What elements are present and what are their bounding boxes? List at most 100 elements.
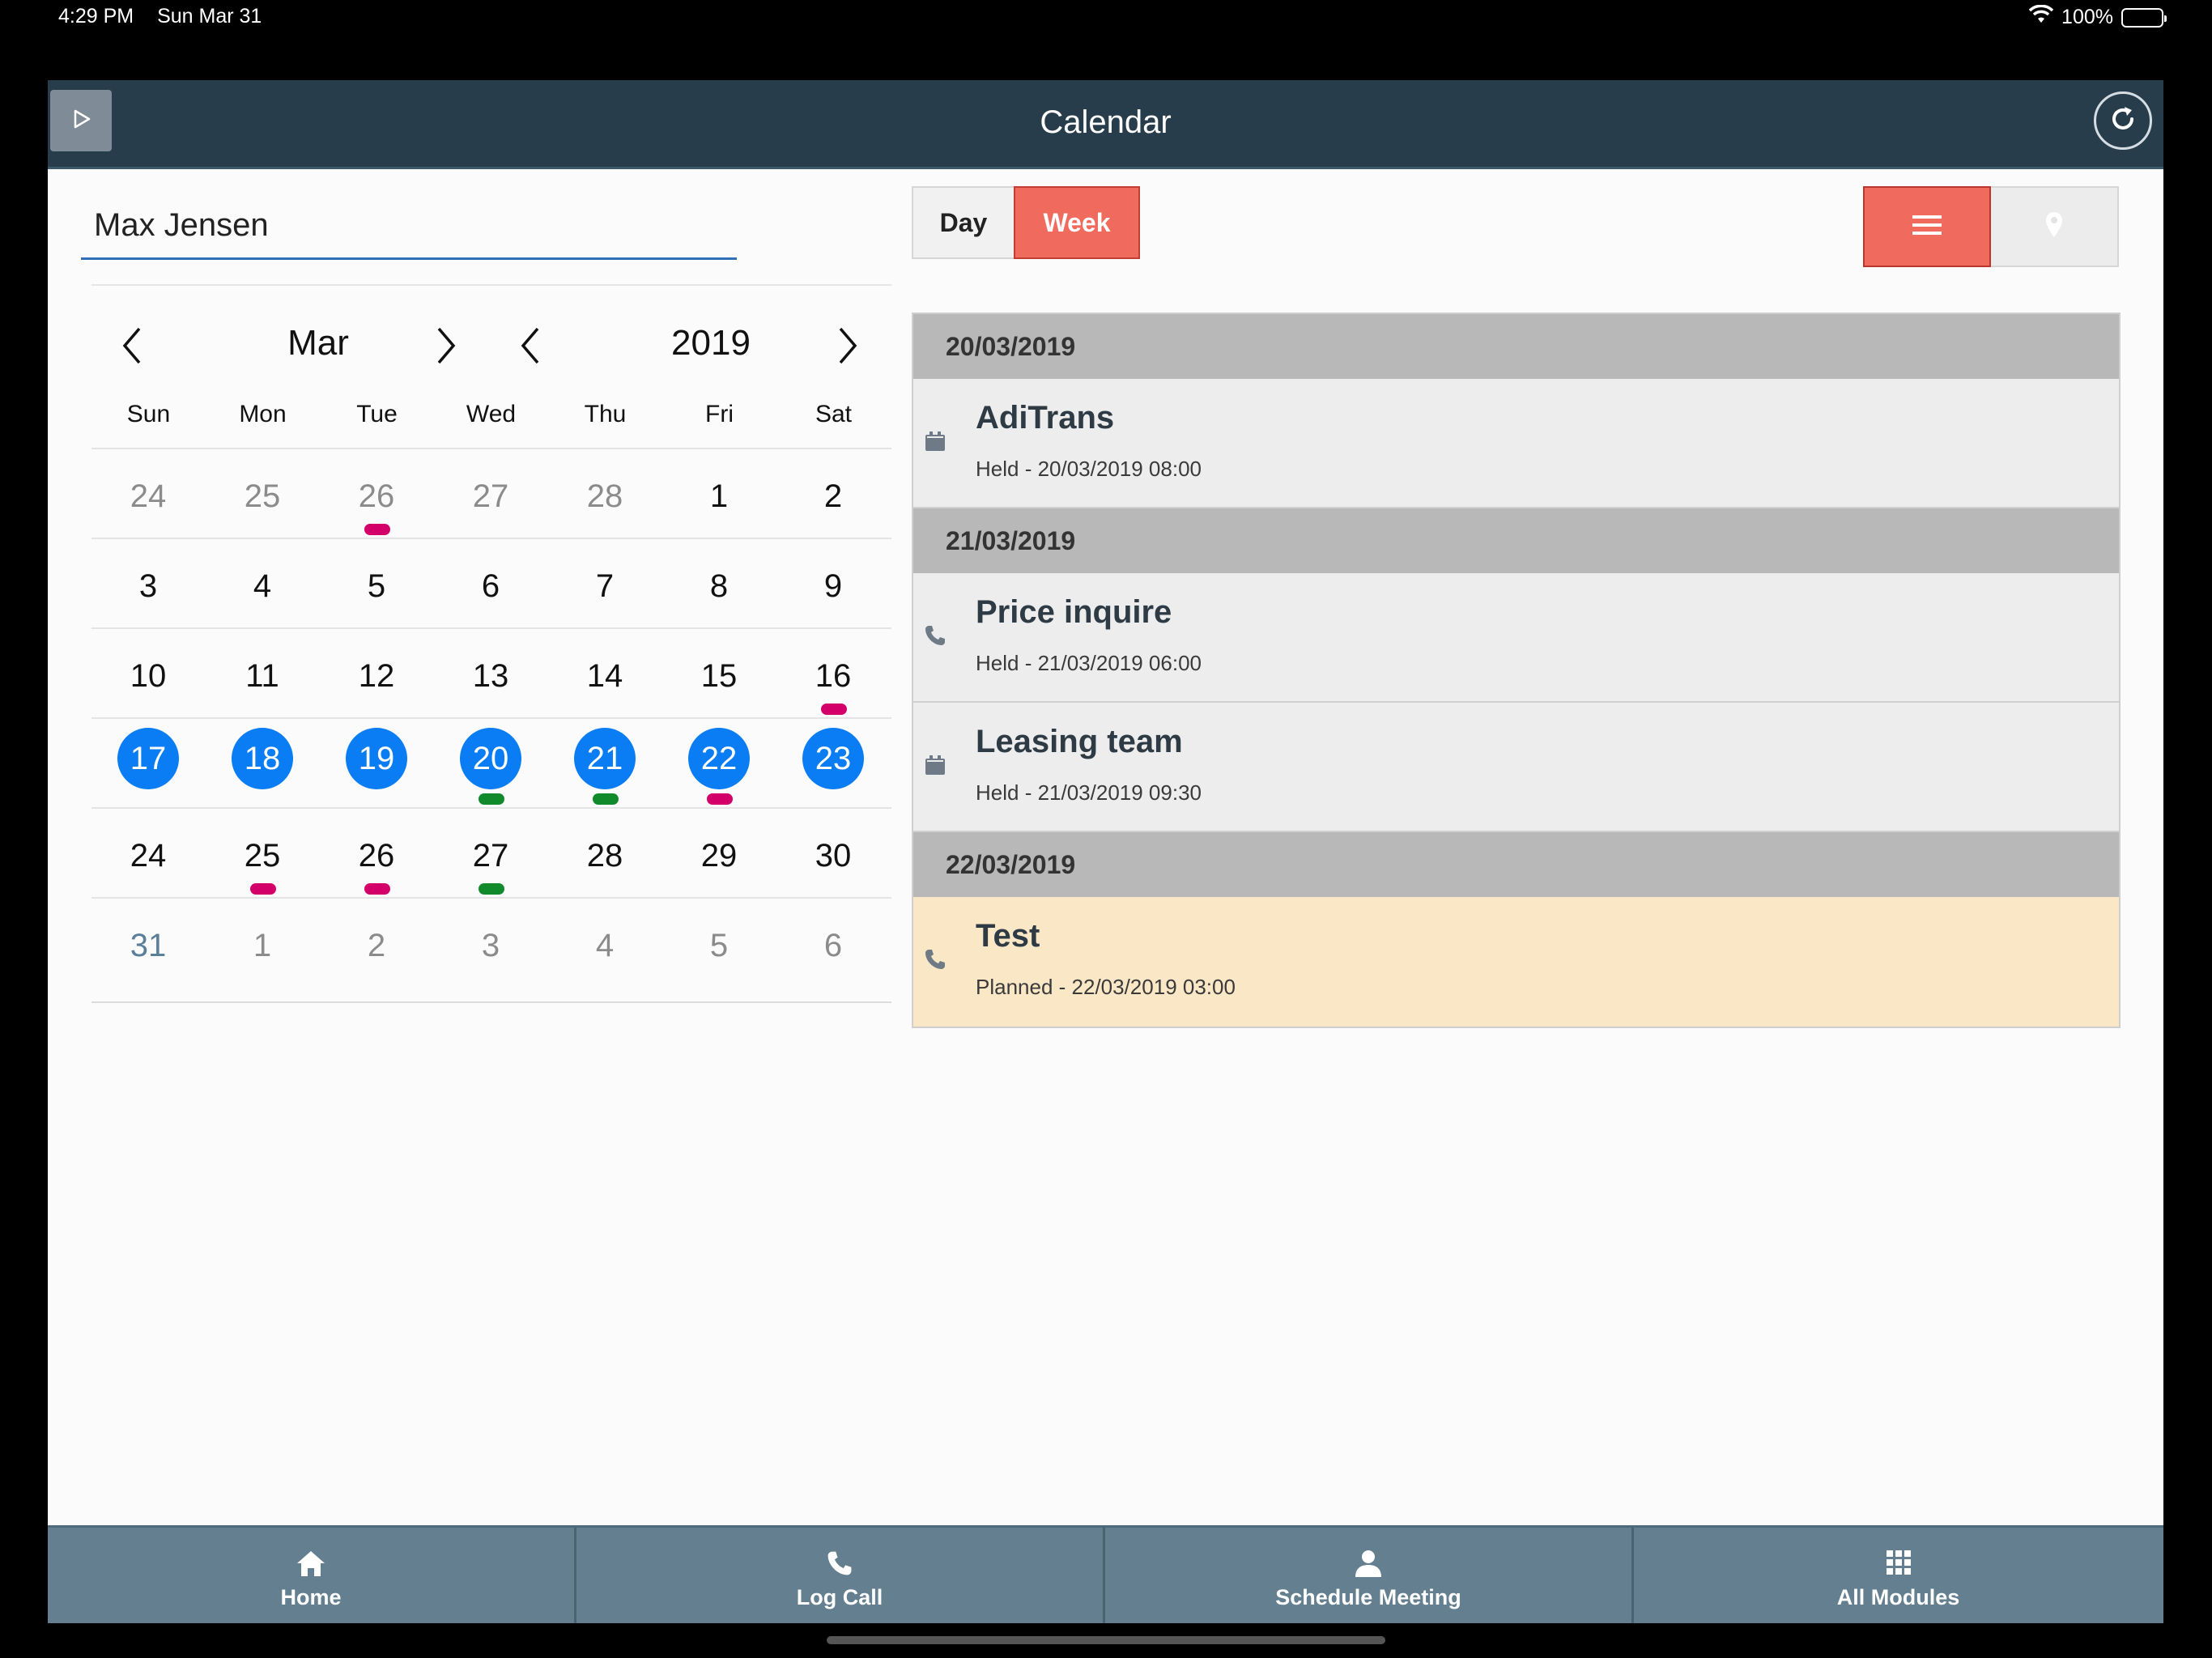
event-title: Test bbox=[976, 918, 1040, 954]
weekday-label: Wed bbox=[466, 401, 517, 427]
calendar-day-cell[interactable]: 29 bbox=[662, 809, 776, 897]
calendar-day-cell[interactable]: 25 bbox=[206, 449, 320, 538]
calendar-day-cell[interactable]: 15 bbox=[662, 629, 776, 717]
calendar-day-number: 26 bbox=[358, 478, 395, 514]
calendar-day-cell[interactable]: 9 bbox=[776, 539, 891, 627]
calendar-day-cell[interactable]: 1 bbox=[206, 899, 320, 1002]
calendar-day-cell[interactable]: 3 bbox=[91, 539, 206, 627]
calendar-day-number: 29 bbox=[700, 838, 738, 874]
calendar-day-cell[interactable]: 26 bbox=[320, 809, 434, 897]
calendar-day-cell[interactable]: 14 bbox=[548, 629, 662, 717]
weekday-label: Sat bbox=[815, 401, 853, 427]
calendar-icon bbox=[923, 753, 949, 779]
agenda-event-item[interactable]: Leasing team Held - 21/03/2019 09:30 bbox=[913, 703, 2119, 832]
event-title: Leasing team bbox=[976, 724, 1183, 759]
calendar-day-number: 3 bbox=[138, 568, 158, 604]
calendar-day-cell[interactable]: 27 bbox=[434, 809, 548, 897]
calendar-day-number: 26 bbox=[358, 838, 395, 874]
calendar-day-number: 23 bbox=[802, 728, 864, 789]
calendar-day-number: 11 bbox=[245, 658, 279, 694]
calendar-day-number: 17 bbox=[117, 728, 179, 789]
calendar-day-cell[interactable]: 20 bbox=[434, 719, 548, 807]
calendar-day-number: 1 bbox=[253, 928, 272, 963]
calendar-day-number: 15 bbox=[700, 658, 738, 694]
calendar-day-number: 21 bbox=[574, 728, 636, 789]
calendar-day-cell[interactable]: 16 bbox=[776, 629, 891, 717]
agenda-event-item[interactable]: Test Planned - 22/03/2019 03:00 bbox=[913, 897, 2119, 1027]
calendar-day-number: 13 bbox=[472, 658, 509, 694]
status-bar: 4:29 PM Sun Mar 31 100% bbox=[0, 0, 2212, 32]
calendar-day-cell[interactable]: 26 bbox=[320, 449, 434, 538]
calendar-day-cell[interactable]: 4 bbox=[206, 539, 320, 627]
calendar-day-cell[interactable]: 31 bbox=[91, 899, 206, 1002]
calendar-day-cell[interactable]: 6 bbox=[776, 899, 891, 1002]
calendar-day-cell[interactable]: 12 bbox=[320, 629, 434, 717]
calendar-day-cell[interactable]: 28 bbox=[548, 449, 662, 538]
event-status-time: Held - 20/03/2019 08:00 bbox=[976, 457, 1202, 481]
hamburger-icon bbox=[1911, 213, 1943, 241]
calendar-day-cell[interactable]: 5 bbox=[662, 899, 776, 1002]
calendar-day-cell[interactable]: 3 bbox=[434, 899, 548, 1002]
calendar-day-cell[interactable]: 30 bbox=[776, 809, 891, 897]
calendar-day-cell[interactable]: 5 bbox=[320, 539, 434, 627]
calendar-day-cell[interactable]: 1 bbox=[662, 449, 776, 538]
week-view-button[interactable]: Week bbox=[1014, 186, 1140, 259]
calendar-day-cell[interactable]: 10 bbox=[91, 629, 206, 717]
calendar-day-cell[interactable]: 23 bbox=[776, 719, 891, 807]
prev-month-button[interactable] bbox=[116, 326, 148, 365]
calendar-day-number: 27 bbox=[472, 838, 509, 874]
map-view-button[interactable] bbox=[1991, 186, 2119, 267]
calendar-day-number: 9 bbox=[823, 568, 843, 604]
calendar-day-number: 5 bbox=[367, 568, 386, 604]
weekday-label: Mon bbox=[239, 401, 287, 427]
next-month-button[interactable] bbox=[430, 326, 462, 365]
calendar-day-number: 6 bbox=[823, 928, 843, 963]
home-tab[interactable]: Home bbox=[48, 1528, 576, 1623]
tab-label: Log Call bbox=[796, 1585, 883, 1609]
agenda-event-item[interactable]: AdiTrans Held - 20/03/2019 08:00 bbox=[913, 379, 2119, 508]
display-mode-toggle bbox=[1863, 186, 2119, 267]
month-label: Mar bbox=[287, 323, 349, 363]
status-time: 4:29 PM bbox=[58, 5, 134, 28]
calendar-day-cell[interactable]: 2 bbox=[776, 449, 891, 538]
refresh-button[interactable] bbox=[2094, 91, 2152, 150]
log-call-tab[interactable]: Log Call bbox=[576, 1528, 1105, 1623]
header-bar: Calendar bbox=[48, 80, 2163, 169]
calendar-day-cell[interactable]: 2 bbox=[320, 899, 434, 1002]
calendar-week-row: 17 18 19 20 21 22 23 bbox=[91, 717, 891, 807]
day-view-button[interactable]: Day bbox=[913, 188, 1014, 257]
calendar-day-cell[interactable]: 27 bbox=[434, 449, 548, 538]
map-pin-icon bbox=[2044, 210, 2065, 244]
event-indicator-dot bbox=[364, 883, 390, 895]
calendar-day-cell[interactable]: 24 bbox=[91, 809, 206, 897]
calendar-day-cell[interactable]: 4 bbox=[548, 899, 662, 1002]
calendar-day-number: 1 bbox=[709, 478, 729, 514]
calendar-day-cell[interactable]: 6 bbox=[434, 539, 548, 627]
calendar-navigation: Mar 2019 bbox=[91, 286, 891, 399]
user-name-input[interactable]: Max Jensen bbox=[81, 198, 737, 260]
calendar-day-cell[interactable]: 21 bbox=[548, 719, 662, 807]
calendar-day-number: 6 bbox=[481, 568, 500, 604]
calendar-day-cell[interactable]: 19 bbox=[320, 719, 434, 807]
agenda-event-item[interactable]: Price inquire Held - 21/03/2019 06:00 bbox=[913, 573, 2119, 703]
phone-icon bbox=[923, 623, 949, 649]
list-view-button[interactable] bbox=[1863, 186, 1991, 267]
calendar-day-cell[interactable]: 17 bbox=[91, 719, 206, 807]
calendar-day-cell[interactable]: 24 bbox=[91, 449, 206, 538]
prev-year-button[interactable] bbox=[514, 326, 547, 365]
calendar-day-cell[interactable]: 7 bbox=[548, 539, 662, 627]
calendar-day-cell[interactable]: 22 bbox=[662, 719, 776, 807]
next-year-button[interactable] bbox=[832, 326, 864, 365]
calendar-day-cell[interactable]: 25 bbox=[206, 809, 320, 897]
refresh-icon bbox=[2107, 103, 2139, 139]
calendar-day-cell[interactable]: 11 bbox=[206, 629, 320, 717]
calendar-day-cell[interactable]: 13 bbox=[434, 629, 548, 717]
all-modules-tab[interactable]: All Modules bbox=[1634, 1528, 2163, 1623]
calendar-day-number: 16 bbox=[815, 658, 852, 694]
calendar-day-number: 12 bbox=[358, 658, 395, 694]
home-indicator bbox=[827, 1636, 1385, 1644]
calendar-day-cell[interactable]: 18 bbox=[206, 719, 320, 807]
calendar-day-cell[interactable]: 28 bbox=[548, 809, 662, 897]
schedule-meeting-tab[interactable]: Schedule Meeting bbox=[1105, 1528, 1634, 1623]
calendar-day-cell[interactable]: 8 bbox=[662, 539, 776, 627]
